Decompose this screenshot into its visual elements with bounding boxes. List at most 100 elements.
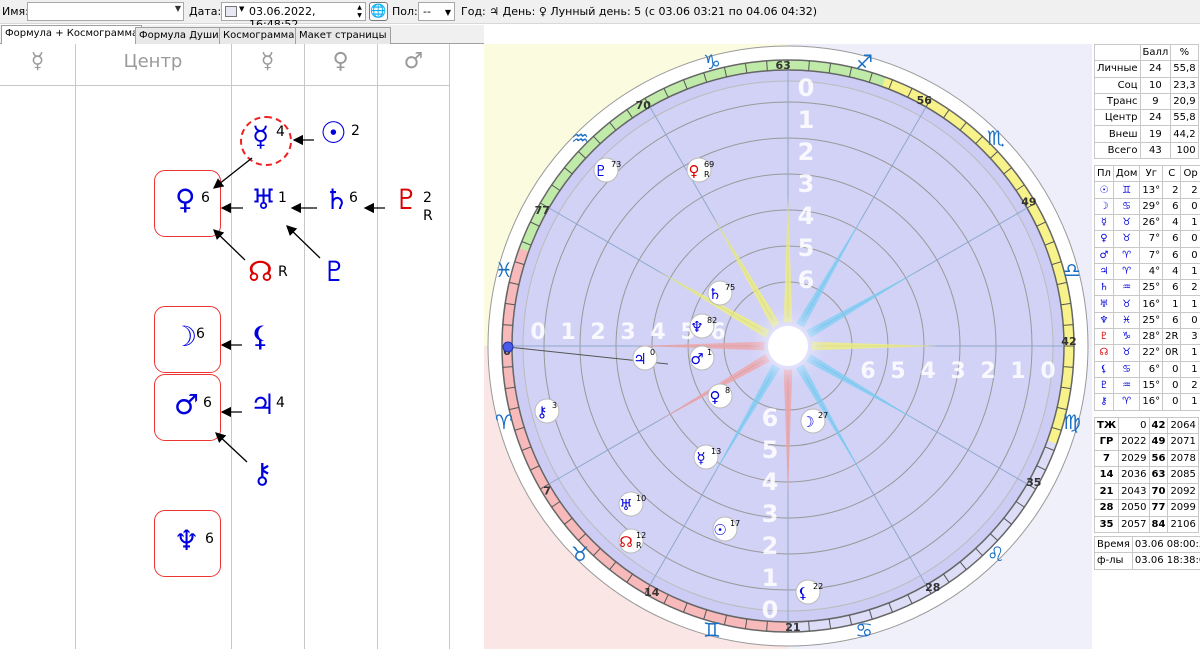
rim-number: 63 — [775, 59, 790, 72]
cell: ГР — [1095, 434, 1119, 451]
planet-glyph: ⚸ — [798, 584, 809, 602]
scale-digit: 1 — [798, 106, 815, 134]
cell: 1 — [1181, 394, 1200, 410]
table-row: Время03.06 08:00:59 — [1095, 537, 1200, 553]
cell: 10 — [1140, 77, 1171, 93]
cell: 42 — [1149, 417, 1168, 434]
cell: ☊ — [1095, 345, 1114, 361]
cell: 2 — [1163, 182, 1181, 198]
planet-glyph: ☉ — [713, 521, 726, 539]
cell: ♀ — [1095, 231, 1114, 247]
planet-glyph: ♅ — [619, 496, 632, 514]
cell: 6 — [1163, 312, 1181, 328]
scale-digit: 1 — [762, 564, 779, 592]
table-row: Соц1023,3 — [1095, 77, 1199, 93]
cell: 13° — [1140, 182, 1163, 198]
cell: 15° — [1140, 377, 1163, 393]
table-row[interactable]: ♅♉16°11 — [1095, 296, 1200, 312]
cell: Личные — [1095, 61, 1141, 77]
planet-glyph: ♇ — [594, 162, 607, 180]
years-table: ТЖ0422064ГР20224920717202956207814203663… — [1094, 417, 1199, 534]
table-row[interactable]: ⚷♈16°01 — [1095, 394, 1200, 410]
cell: ♈ — [1113, 247, 1139, 263]
cell: 0R — [1163, 345, 1181, 361]
table-row[interactable]: ♂♈7°60 — [1095, 247, 1200, 263]
zodiac-sign: ♉ — [571, 542, 589, 566]
table-row[interactable]: ☊♉22°0R1 — [1095, 345, 1200, 361]
score-table: Балл % Личные2455,8 Соц1023,3 Транс920,9… — [1094, 44, 1199, 159]
cell: 70 — [1149, 483, 1168, 500]
table-row[interactable]: ☉♊13°22 — [1095, 182, 1200, 198]
cell: 1 — [1181, 263, 1200, 279]
planet-label: 73 — [611, 160, 621, 169]
cell: 2036 — [1119, 467, 1149, 484]
zodiac-sign: ♌ — [987, 542, 1005, 566]
cell: ♇ — [1095, 329, 1114, 345]
cell: ♆ — [1095, 312, 1114, 328]
table-row[interactable]: ♃♈4°41 — [1095, 263, 1200, 279]
cell: 6 — [1163, 247, 1181, 263]
scale-digit: 2 — [590, 320, 605, 345]
cell: 6 — [1163, 198, 1181, 214]
zodiac-sign: ♎ — [1063, 258, 1081, 282]
cell: 1 — [1181, 361, 1200, 377]
table-row[interactable]: ♆♓25°60 — [1095, 312, 1200, 328]
cell: 14 — [1095, 467, 1119, 484]
formula-arrows — [0, 0, 450, 649]
zodiac-sign: ♓ — [495, 258, 513, 282]
arrow — [287, 226, 320, 258]
cell: ♉ — [1113, 296, 1139, 312]
planet-glyph: ⚷ — [537, 403, 548, 421]
table-row: 142036632085 — [1095, 467, 1199, 484]
cell: 0 — [1119, 417, 1149, 434]
scale-digit: 6 — [762, 404, 779, 432]
scale-digit: 3 — [950, 359, 965, 384]
zodiac-sign: ♐ — [855, 50, 873, 74]
planet-glyph: ♀ — [689, 162, 700, 180]
table-row: 72029562078 — [1095, 450, 1199, 467]
cell: 2043 — [1119, 483, 1149, 500]
table-row[interactable]: ⚸♋6°01 — [1095, 361, 1200, 377]
zodiac-sign: ♒ — [571, 126, 589, 150]
cell: 2085 — [1168, 467, 1198, 484]
planet-label: 10 — [636, 494, 646, 503]
planet-label: 1 — [707, 348, 712, 357]
cell: ♋ — [1113, 361, 1139, 377]
cell: 9 — [1140, 93, 1171, 109]
planet-label: 13 — [711, 447, 721, 456]
table-row[interactable]: ♇♑28°2R3 — [1095, 329, 1200, 345]
table-row[interactable]: ♀♉7°60 — [1095, 231, 1200, 247]
cell: 0 — [1181, 198, 1200, 214]
cell: ♊ — [1113, 182, 1139, 198]
cell: 2078 — [1168, 450, 1198, 467]
table-row[interactable]: ☽♋29°60 — [1095, 198, 1200, 214]
cell: 44,2 — [1171, 126, 1198, 142]
cell: 2071 — [1168, 434, 1198, 451]
scale-digit: 2 — [980, 359, 995, 384]
cell: 20,9 — [1171, 93, 1198, 109]
rim-number: 7 — [543, 485, 551, 498]
cell: ♉ — [1113, 231, 1139, 247]
scale-digit: 4 — [920, 359, 935, 384]
cell: 25° — [1140, 280, 1163, 296]
rim-number: 35 — [1026, 476, 1041, 489]
table-row[interactable]: ♄♒25°62 — [1095, 280, 1200, 296]
cell: ♄ — [1095, 280, 1114, 296]
scale-digit: 1 — [1010, 359, 1025, 384]
cell: 23,3 — [1171, 77, 1198, 93]
planet-glyph: ♀ — [710, 388, 721, 406]
cell: 26° — [1140, 214, 1163, 230]
cell: 2022 — [1119, 434, 1149, 451]
cell: ♒ — [1113, 377, 1139, 393]
table-row[interactable]: ♇♒15°02 — [1095, 377, 1200, 393]
cell: ♃ — [1095, 263, 1114, 279]
table-header: Дом — [1113, 166, 1139, 182]
cell: 63 — [1149, 467, 1168, 484]
arrow — [214, 158, 252, 188]
cell: 55,8 — [1171, 110, 1198, 126]
planet-label: 8 — [725, 386, 730, 395]
table-row[interactable]: ☿♉26°41 — [1095, 214, 1200, 230]
scale-digit: 4 — [650, 320, 665, 345]
planet-label: 69 — [704, 160, 714, 169]
scale-digit: 5 — [890, 359, 905, 384]
